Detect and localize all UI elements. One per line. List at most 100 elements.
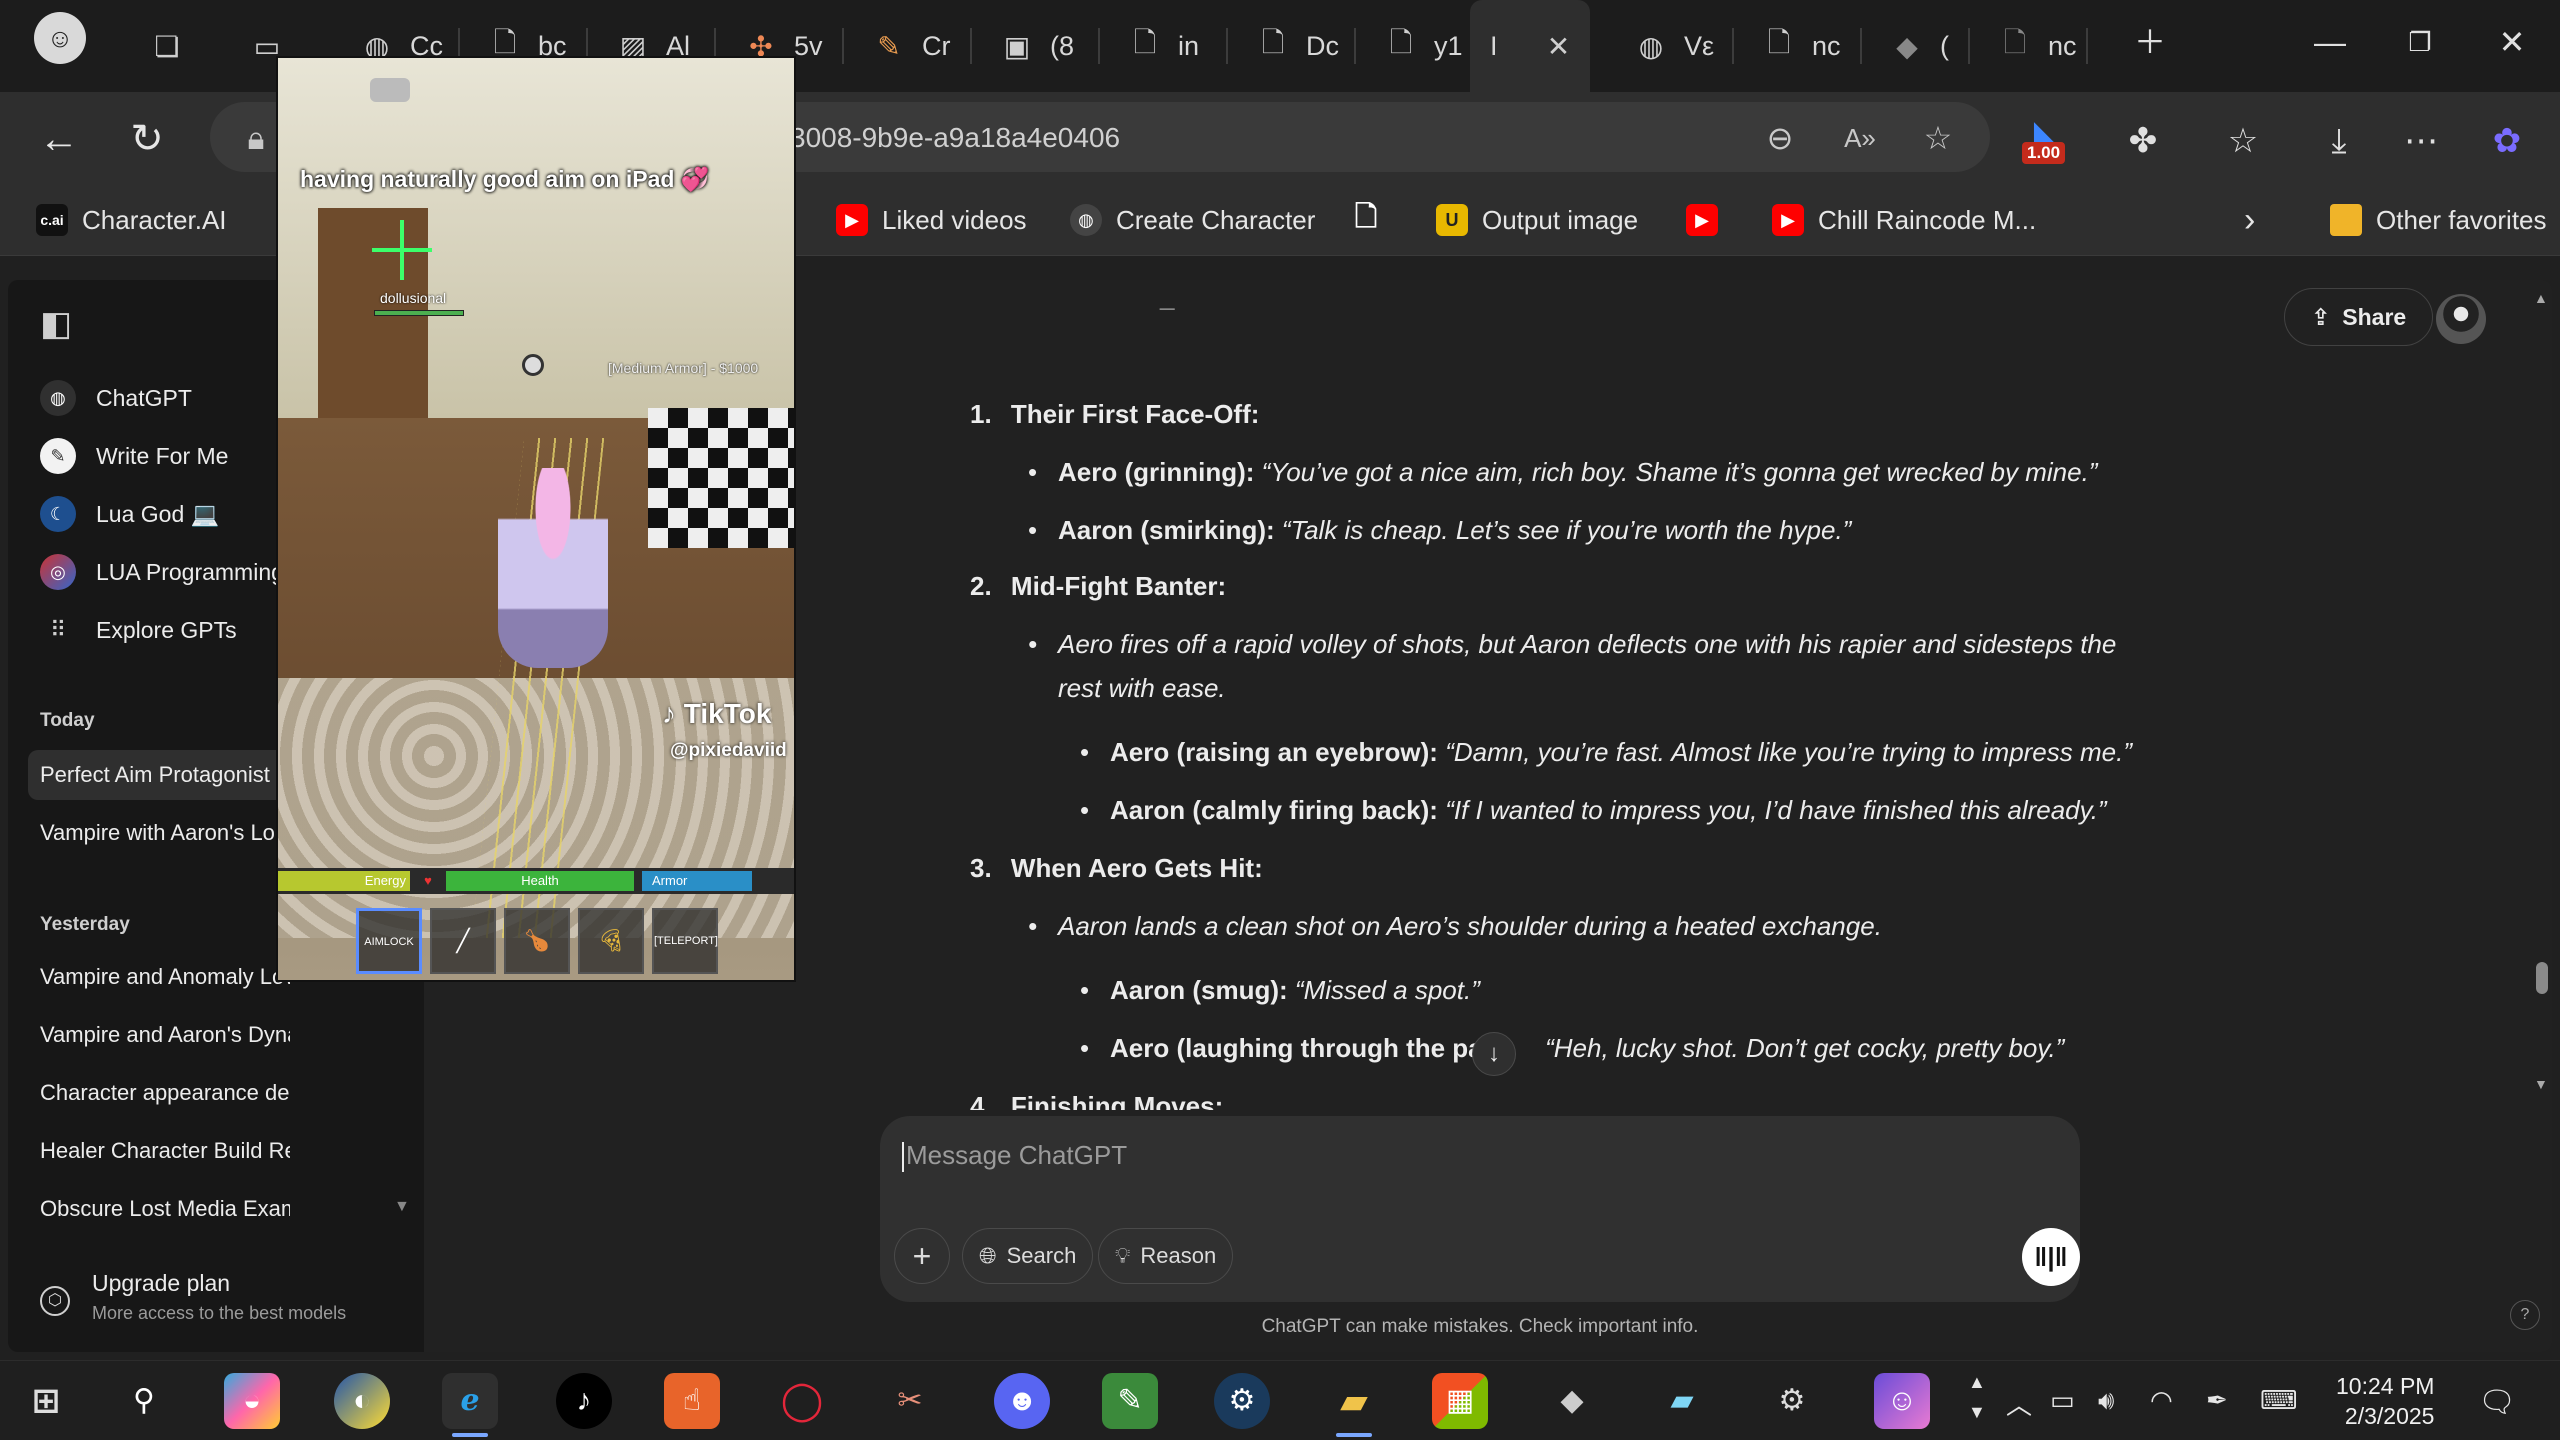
refresh-icon[interactable]: ↻ (118, 110, 176, 168)
close-tab-icon[interactable]: ✕ (1542, 29, 1576, 63)
tab-10[interactable]: ◍ Vε (1614, 14, 1734, 78)
opera-icon[interactable]: ◯ (774, 1373, 830, 1429)
workspaces-button[interactable]: ❏ (130, 14, 200, 78)
wifi-icon[interactable]: ◠ (2150, 1385, 2173, 1416)
user-avatar[interactable] (2436, 294, 2486, 344)
sidebar-scroll-down-icon[interactable]: ▼ (394, 1198, 410, 1216)
file-explorer-icon[interactable]: ▰ (1326, 1373, 1382, 1437)
floating-video-player[interactable]: having naturally good aim on iPad 💞 doll… (276, 56, 796, 982)
sidebar-item-lua-programming[interactable]: ◎ LUA Programming (40, 548, 284, 596)
start-windows-icon[interactable]: ⊞ (18, 1373, 74, 1429)
tab-6[interactable]: ▣ (8 (980, 14, 1100, 78)
pen-menu-icon[interactable]: ✒ (2206, 1385, 2228, 1416)
conversation-item[interactable]: Vampire and Aaron's Dynamic (40, 1010, 290, 1060)
tab-8[interactable]: 🗋 Dc (1236, 14, 1356, 78)
conversation-item[interactable]: Character appearance descrip (40, 1068, 290, 1118)
back-icon[interactable]: ← (30, 110, 88, 168)
bookmark-youtube[interactable]: ▶ (1686, 200, 1718, 240)
scrollbar-thumb[interactable] (2536, 962, 2548, 994)
scrollbar[interactable]: ▲ ▼ (2532, 280, 2552, 1110)
pointer-app-icon[interactable]: ☝ (664, 1373, 720, 1429)
tab-active[interactable]: I ✕ (1470, 0, 1590, 92)
microsoft-store-icon[interactable]: ▦ (1432, 1373, 1488, 1429)
minimize-icon[interactable]: — (2310, 22, 2350, 62)
favorites-icon[interactable]: ☆ (2218, 116, 2268, 166)
bookmark-output-image[interactable]: U Output image (1436, 200, 1638, 240)
conversation-item[interactable]: Obscure Lost Media Examples (40, 1184, 290, 1234)
gacha-app-icon[interactable]: ☺ (1874, 1373, 1930, 1429)
sidebar-item-chatgpt[interactable]: ◍ ChatGPT (40, 374, 192, 422)
tiktok-handle: @pixiedaviid (670, 740, 787, 761)
tab-9[interactable]: 🗋 y1 (1364, 14, 1484, 78)
show-hidden-icons[interactable]: ︿ (2006, 1385, 2032, 1422)
pen-app-icon[interactable]: ▰ (1654, 1373, 1710, 1429)
tab-5[interactable]: ✎ Cr (852, 14, 972, 78)
toggle-sidebar-icon[interactable]: ◧ (40, 300, 72, 348)
extensions-puzzle-icon[interactable]: ✤ (2118, 116, 2168, 166)
document-icon: 🗋 (2003, 27, 2027, 58)
sidebar-item-write-for-me[interactable]: ✎ Write For Me (40, 432, 228, 480)
scroll-up-arrow-icon[interactable]: ▲ (2534, 290, 2548, 306)
keyboard-icon[interactable]: ⌨ (2260, 1385, 2298, 1416)
health-bar: Health (446, 871, 634, 891)
settings-gear-icon[interactable]: ⚙ (1764, 1373, 1820, 1429)
globe-app-icon[interactable]: ◐ (334, 1373, 390, 1429)
conversation-item[interactable]: Vampire with Aaron's Lo (40, 808, 290, 858)
volume-icon[interactable]: 🔊︎ (2098, 1385, 2114, 1417)
discord-icon[interactable]: ☻ (994, 1373, 1050, 1429)
attach-button[interactable]: + (894, 1228, 950, 1284)
read-aloud-icon[interactable]: A» (1838, 116, 1882, 160)
lock-icon[interactable]: 🔒︎ (234, 116, 278, 160)
downloads-icon[interactable]: ⤓ (2314, 116, 2364, 166)
conversation-item[interactable]: Healer Character Build Review (40, 1126, 290, 1176)
steam-icon[interactable]: ⚙ (1214, 1373, 1270, 1429)
image-editor-icon[interactable]: ✎ (1102, 1373, 1158, 1429)
notifications-icon[interactable]: 🗨︎ (2478, 1385, 2516, 1420)
youtube-icon: ▶ (1772, 204, 1804, 236)
roblox-app-icon[interactable]: ◆ (1544, 1373, 1600, 1429)
tiktok-icon: ♪ (662, 698, 676, 729)
sidebar-item-lua-god[interactable]: ☾ Lua God 💻 (40, 490, 219, 538)
favorite-star-icon[interactable]: ☆ (1916, 116, 1960, 160)
bookmark-character-ai[interactable]: c.ai Character.AI (36, 200, 227, 240)
search-button[interactable]: 🌐︎ Search (962, 1228, 1094, 1284)
profile-avatar[interactable]: ☺ (18, 6, 98, 70)
restore-icon[interactable]: ❐ (2400, 22, 2440, 62)
sidebar-item-explore-gpts[interactable]: ⠿ Explore GPTs (40, 606, 237, 654)
tab-13[interactable]: 🗋 nc (1978, 14, 2088, 78)
bookmark-label: Chill Raincode M... (1818, 204, 2037, 235)
bookmark-liked-videos[interactable]: ▶ Liked videos (836, 200, 1027, 240)
message-input[interactable]: Message ChatGPT (906, 1140, 1127, 1171)
other-favorites[interactable]: ■ Other favorites (2330, 200, 2547, 240)
close-window-icon[interactable]: ✕ (2492, 22, 2532, 62)
copilot-icon[interactable]: ✿ (2482, 116, 2532, 166)
help-icon[interactable]: ? (2510, 1300, 2540, 1330)
bullet-item: Aero fires off a rapid volley of shots, … (1028, 622, 2116, 666)
bookmark-document[interactable]: 🗋 (1350, 200, 1382, 240)
battery-icon[interactable]: ▭ (2050, 1385, 2075, 1416)
new-tab-icon[interactable]: ＋ (2130, 22, 2170, 62)
search-icon[interactable]: ⚲ (116, 1373, 172, 1429)
more-bookmarks-chevron-icon[interactable]: › (2244, 200, 2255, 240)
copilot-app-icon[interactable]: ◒ (224, 1373, 280, 1429)
tab-7[interactable]: 🗋 in (1108, 14, 1228, 78)
upgrade-plan-button[interactable]: ⬡ Upgrade plan More access to the best m… (40, 1270, 346, 1324)
scroll-to-bottom-button[interactable]: ↓ (1472, 1032, 1516, 1076)
edge-browser-icon[interactable]: ℯ (442, 1373, 498, 1437)
share-button[interactable]: ⇪ Share (2284, 288, 2434, 346)
taskbar-scroll-icon[interactable]: ▲ ▼ (1968, 1367, 1986, 1427)
system-clock[interactable]: 10:24 PM 2/3/2025 (2336, 1371, 2434, 1431)
conversation-item[interactable]: Vampire and Anomaly Love (40, 952, 290, 1002)
bookmark-create-character[interactable]: ◍ Create Character (1070, 200, 1315, 240)
scroll-down-arrow-icon[interactable]: ▼ (2534, 1076, 2548, 1092)
bookmark-chill-raincode[interactable]: ▶ Chill Raincode M... (1772, 200, 2036, 240)
paint-app-icon[interactable]: ✂ (882, 1373, 938, 1429)
tab-11[interactable]: 🗋 nc (1742, 14, 1862, 78)
tab-12[interactable]: ◆( (1870, 14, 1970, 78)
tiktok-app-icon[interactable]: ♪ (556, 1373, 612, 1429)
more-menu-icon[interactable]: ⋯ (2396, 116, 2446, 166)
voice-mode-button[interactable]: ‖|‖ (2022, 1228, 2080, 1286)
zoom-out-icon[interactable]: ⊖ (1758, 116, 1802, 160)
reason-button[interactable]: 💡︎ Reason (1098, 1228, 1234, 1284)
url-text[interactable]: 3008-9b9e-a9a18a4e0406 (790, 122, 1120, 154)
